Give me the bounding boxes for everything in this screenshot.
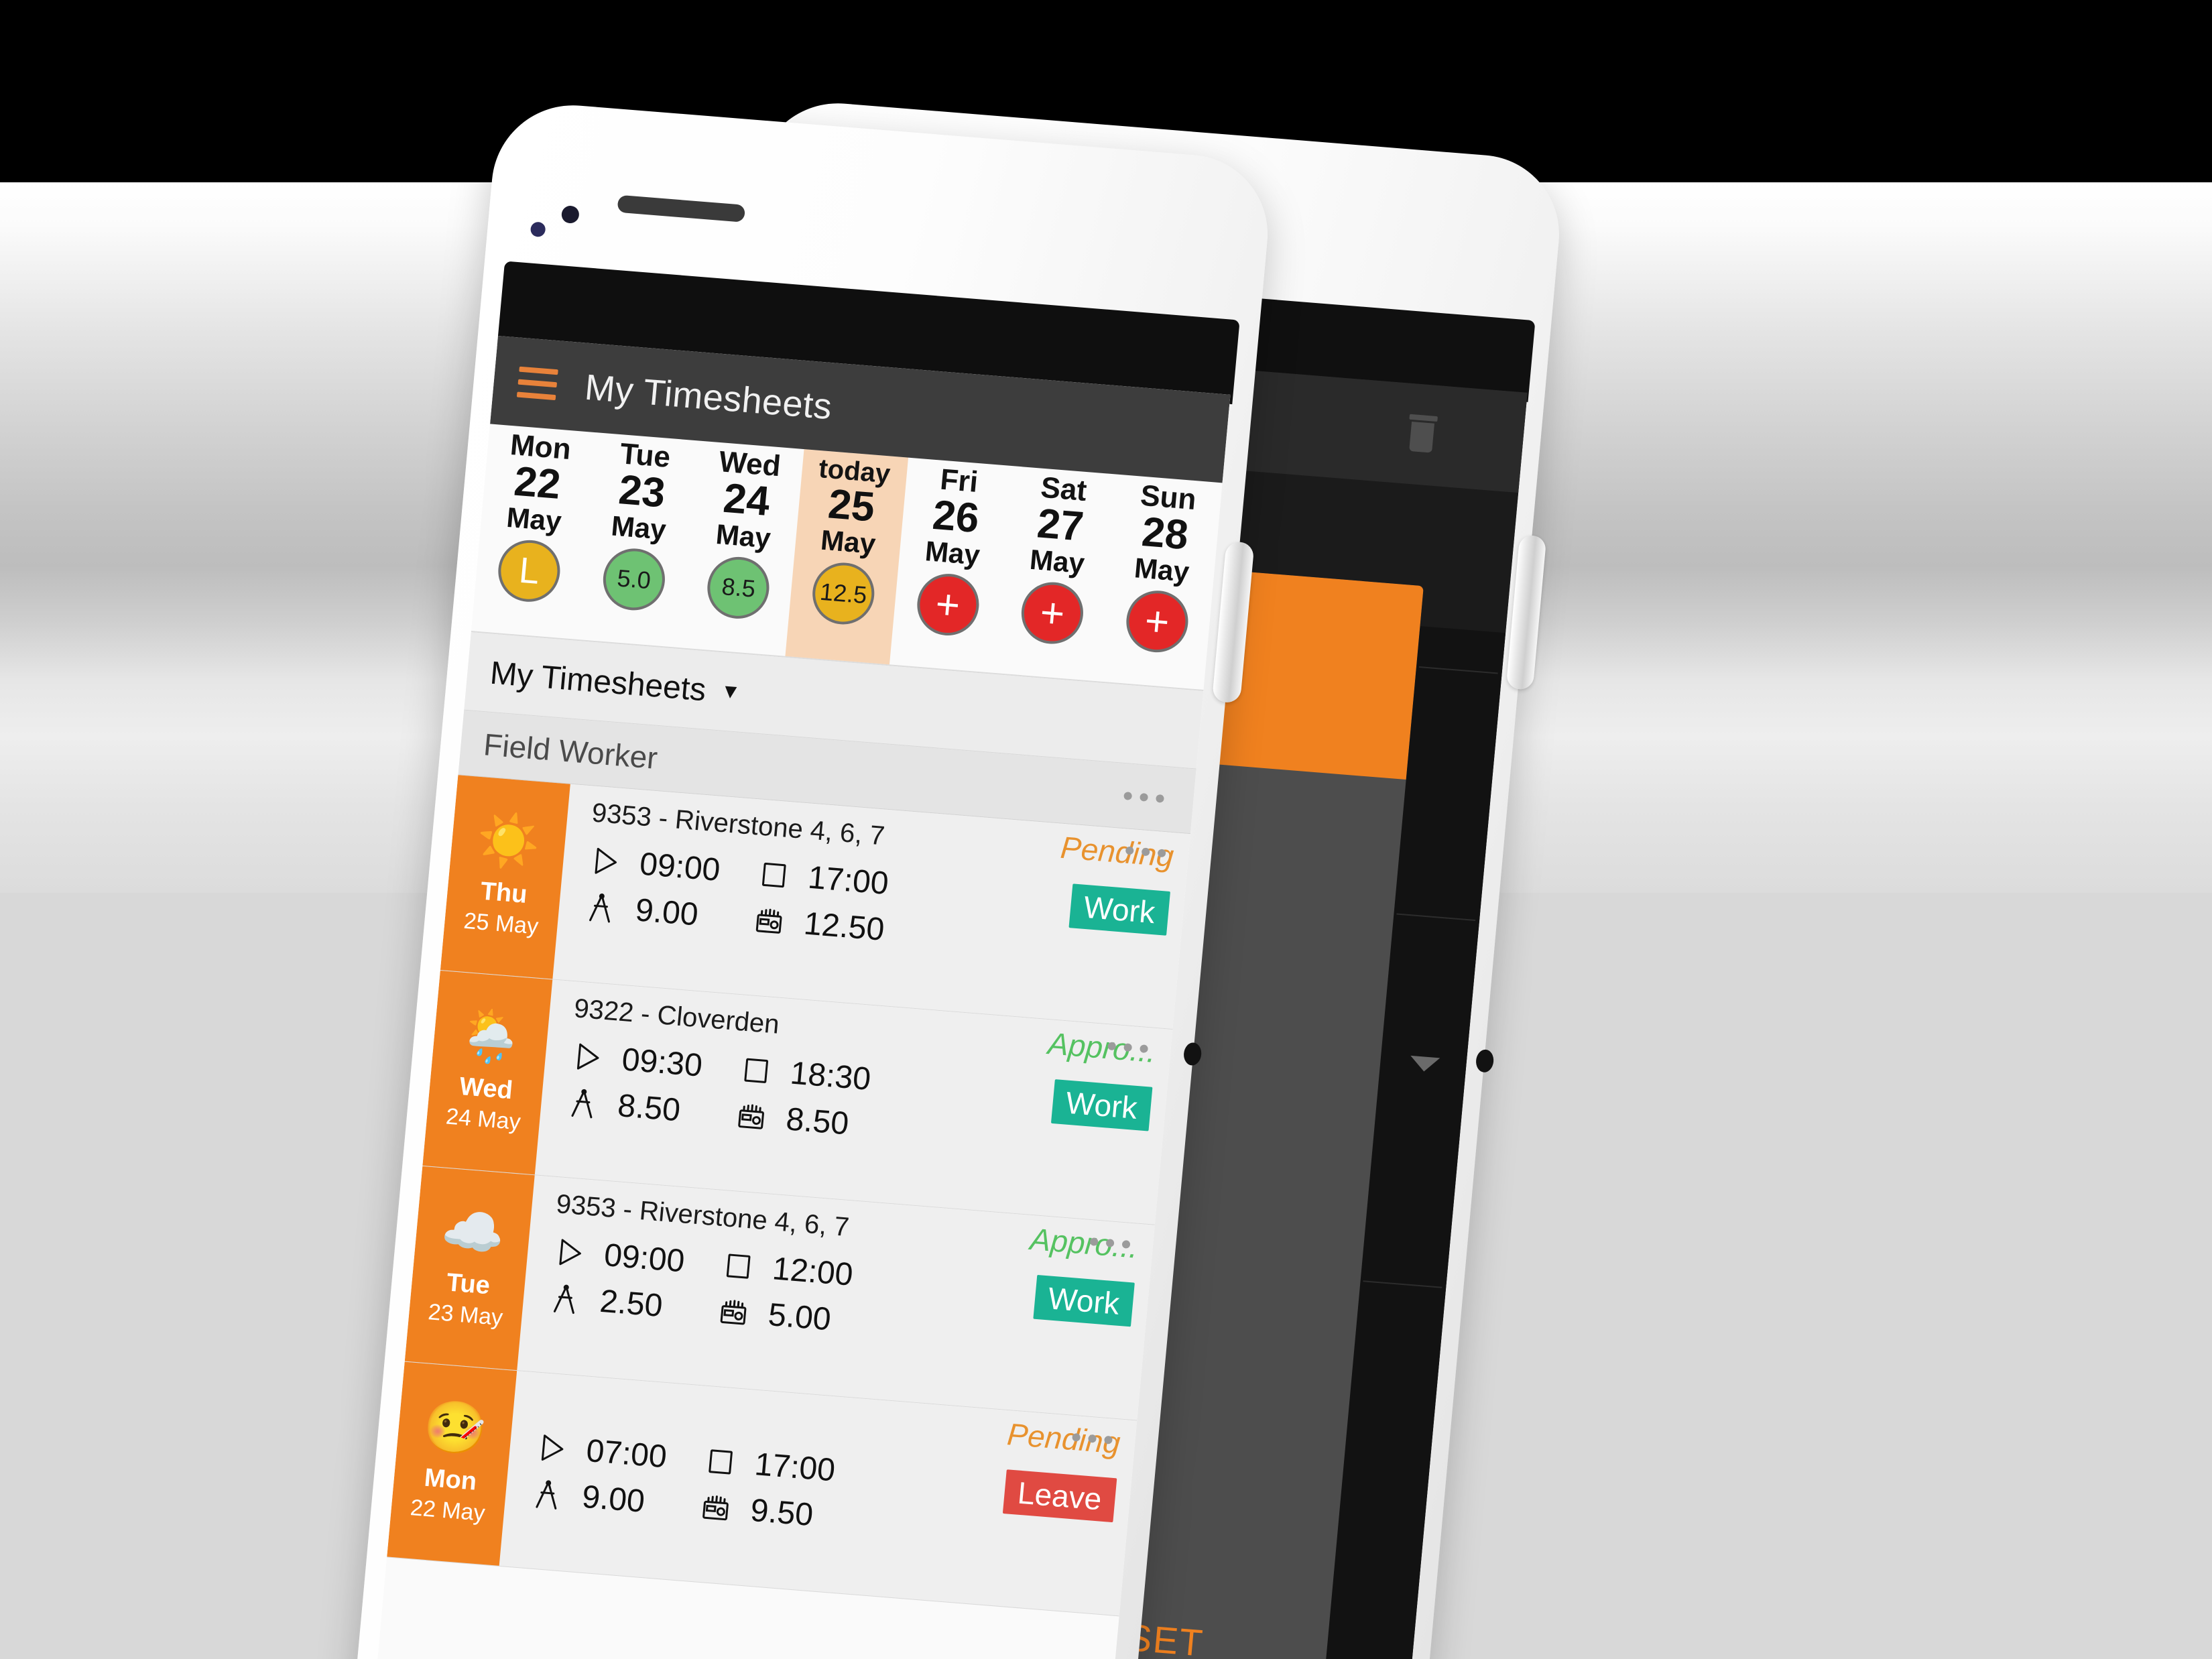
entry-stop-time: 17:00 xyxy=(806,859,890,902)
entry-date: 22 May xyxy=(409,1494,487,1526)
mockup-stage: lapse 17:00 16 17 xyxy=(0,0,2212,1659)
week-day-number: 27 xyxy=(1035,500,1086,550)
entry-type-chip: Work xyxy=(1068,883,1170,936)
day-hours-badge[interactable]: 5.0 xyxy=(600,546,668,613)
week-day-tue[interactable]: Tue 23 May 5.0 xyxy=(576,432,699,648)
entry-type-chip: Work xyxy=(1050,1079,1153,1131)
dividers-icon xyxy=(546,1280,585,1317)
week-day-number: 25 xyxy=(826,481,877,531)
entry-day-column: 🌦️ Wed 24 May xyxy=(422,971,553,1175)
cloud-icon: ☁️ xyxy=(438,1201,507,1264)
entry-day-column: ☀️ Thu 25 May xyxy=(440,775,570,979)
entry-start-time: 07:00 xyxy=(585,1432,668,1475)
play-icon xyxy=(533,1429,571,1467)
week-day-number: 22 xyxy=(512,458,563,509)
entry-status-area: Appro... Work xyxy=(981,1020,1158,1131)
day-hours-badge[interactable]: 8.5 xyxy=(704,554,772,621)
week-day-fri[interactable]: Fri 26 May + xyxy=(889,458,1013,673)
entry-day-name: Thu xyxy=(479,877,529,909)
week-day-month: May xyxy=(715,518,772,554)
week-day-month: May xyxy=(819,524,877,560)
entry-stop-time: 17:00 xyxy=(753,1447,837,1489)
hamburger-icon[interactable] xyxy=(516,366,558,401)
phone1-screen: My Timesheets Mon 22 May L Tue 23 May 5.0 Wed 24 M… xyxy=(355,335,1231,1659)
payroll-icon xyxy=(733,1097,771,1135)
entry-stop-time: 18:30 xyxy=(788,1055,873,1097)
week-day-month: May xyxy=(505,501,563,538)
day-hours-badge[interactable]: 12.5 xyxy=(810,560,877,627)
entry-day-name: Wed xyxy=(458,1072,514,1105)
entry-date: 23 May xyxy=(427,1298,504,1331)
entry-paid-hours: 12.50 xyxy=(802,906,886,948)
add-timesheet-button[interactable]: + xyxy=(1123,589,1191,656)
week-day-mon[interactable]: Mon 22 May L xyxy=(471,424,595,639)
payroll-icon xyxy=(715,1293,753,1331)
play-icon xyxy=(568,1038,607,1076)
week-day-wed[interactable]: Wed 24 May 8.5 xyxy=(680,441,804,656)
week-day-number: 24 xyxy=(721,475,772,526)
entry-duration-hours: 9.00 xyxy=(580,1479,647,1520)
phone-timesheets: My Timesheets Mon 22 May L Tue 23 May 5.0 Wed 24 M… xyxy=(335,99,1434,1659)
entry-paid-hours: 8.50 xyxy=(784,1101,851,1142)
entry-start-time: 09:00 xyxy=(602,1237,686,1280)
stop-icon xyxy=(719,1247,757,1285)
entry-duration-hours: 2.50 xyxy=(598,1283,664,1325)
more-options-icon[interactable] xyxy=(1123,792,1165,803)
filter-label: My Timesheets xyxy=(488,655,708,708)
stop-icon xyxy=(737,1052,775,1089)
entry-paid-hours: 9.50 xyxy=(749,1492,815,1534)
entry-duration-hours: 8.50 xyxy=(616,1088,682,1129)
week-day-sun[interactable]: Sun 28 May + xyxy=(1099,475,1222,690)
add-timesheet-button[interactable]: + xyxy=(1019,580,1087,647)
entry-type-chip: Work xyxy=(1032,1274,1135,1327)
play-icon xyxy=(550,1233,589,1271)
week-day-number: 26 xyxy=(930,492,981,542)
payroll-icon xyxy=(750,902,788,940)
entry-date: 25 May xyxy=(463,908,540,939)
sun-rain-cloud-icon: 🌦️ xyxy=(456,1005,526,1068)
page-title: My Timesheets xyxy=(582,367,834,428)
play-icon xyxy=(586,843,624,880)
week-day-sat[interactable]: Sat 27 May + xyxy=(994,466,1117,681)
entry-start-time: 09:30 xyxy=(620,1042,704,1084)
dividers-icon xyxy=(528,1475,566,1513)
week-day-today[interactable]: today 25 May 12.5 xyxy=(785,449,909,665)
entry-stop-time: 12:00 xyxy=(771,1251,855,1293)
dividers-icon xyxy=(564,1084,603,1121)
entry-status-area: Pending Work xyxy=(999,824,1175,936)
entry-date: 24 May xyxy=(444,1103,522,1135)
week-day-month: May xyxy=(1028,543,1086,580)
stop-icon xyxy=(755,856,793,894)
week-day-month: May xyxy=(924,535,981,571)
stop-icon xyxy=(701,1442,739,1480)
entry-duration-hours: 9.00 xyxy=(633,892,700,933)
week-day-number: 23 xyxy=(617,467,668,517)
week-day-month: May xyxy=(1133,552,1191,588)
entry-day-column: ☁️ Tue 23 May xyxy=(404,1166,535,1371)
week-day-number: 28 xyxy=(1140,509,1190,559)
entry-start-time: 09:00 xyxy=(638,846,722,888)
payroll-icon xyxy=(697,1489,735,1526)
entry-status-area: Pending Leave xyxy=(946,1412,1121,1523)
timesheet-entry-list: ☀️ Thu 25 May 9353 - Riverstone 4, 6, 7 … xyxy=(387,775,1190,1617)
sick-face-icon: 🤒 xyxy=(421,1397,490,1459)
entry-paid-hours: 5.00 xyxy=(766,1297,833,1338)
entry-type-chip: Leave xyxy=(1002,1469,1117,1523)
sun-icon: ☀️ xyxy=(474,810,543,873)
dividers-icon xyxy=(582,888,620,926)
entry-status-area: Appro... Work xyxy=(964,1216,1140,1327)
day-hours-badge[interactable]: L xyxy=(495,538,563,605)
entry-day-column: 🤒 Mon 22 May xyxy=(387,1361,517,1566)
entry-day-name: Mon xyxy=(423,1463,478,1496)
chevron-down-icon[interactable]: ▼ xyxy=(720,680,742,704)
entry-day-name: Tue xyxy=(445,1268,491,1300)
week-day-month: May xyxy=(609,509,668,546)
add-timesheet-button[interactable]: + xyxy=(914,571,981,638)
role-label: Field Worker xyxy=(482,727,660,776)
